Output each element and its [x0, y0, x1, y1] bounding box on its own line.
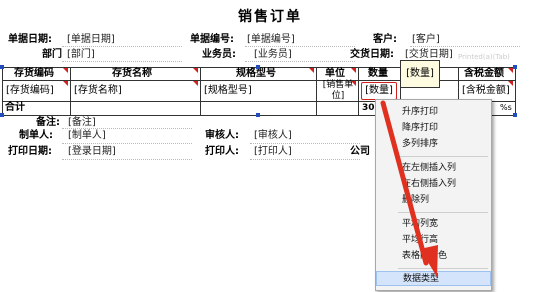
- total-amount-partial: %s: [500, 103, 512, 112]
- field-marker: [193, 81, 198, 86]
- menu-item-avg-row-height[interactable]: 平均行高: [376, 233, 491, 248]
- col-header-spec[interactable]: 规格型号: [236, 67, 276, 81]
- guide-line: [62, 46, 182, 47]
- menu-item-insert-left[interactable]: 在左侧插入列: [376, 161, 491, 176]
- total-label: 合计: [5, 102, 25, 113]
- printer-label: 打印人:: [205, 146, 239, 157]
- report-title: 销售订单: [238, 9, 302, 25]
- menu-separator: [398, 212, 488, 213]
- cell-name[interactable]: [存货名称]: [74, 84, 122, 98]
- field-marker: [63, 81, 68, 86]
- maker-field[interactable]: [制单人]: [68, 129, 106, 143]
- selection-handle[interactable]: [513, 65, 517, 69]
- customer-field[interactable]: [客户]: [412, 33, 440, 47]
- col-header-code[interactable]: 存货编码: [14, 67, 54, 81]
- menu-item-delete-column[interactable]: 删除列: [376, 193, 491, 208]
- col-line: [515, 67, 516, 115]
- selection-handle[interactable]: [0, 65, 4, 69]
- field-marker: [508, 81, 513, 86]
- delivery-label: 交货日期:: [350, 49, 394, 60]
- menu-item-avg-col-width[interactable]: 平均列宽: [376, 217, 491, 232]
- selection-handle[interactable]: [256, 113, 260, 117]
- remark-label: 备注:: [36, 117, 60, 128]
- menu-item-data-type[interactable]: 数据类型: [376, 271, 491, 286]
- order-no-field[interactable]: [单据编号]: [247, 33, 295, 47]
- faint-field-code: Printed(a)(Tab): [458, 53, 510, 61]
- dept-label: 部门: [42, 49, 62, 60]
- field-marker: [351, 68, 356, 73]
- field-marker: [309, 68, 314, 73]
- auditor-label: 审核人:: [205, 130, 239, 141]
- cell-amount[interactable]: [含税金额]: [462, 84, 510, 98]
- field-marker: [351, 81, 356, 86]
- context-menu: 升序打印 降序打印 多列排序 在左侧插入列 在右侧插入列 删除列 平均列宽 平均…: [375, 99, 492, 291]
- guide-line: [62, 61, 182, 62]
- date-field[interactable]: [单据日期]: [67, 33, 115, 47]
- selection-handle[interactable]: [0, 113, 4, 117]
- order-no-label: 单据编号:: [190, 34, 234, 45]
- cell-spec[interactable]: [规格型号]: [204, 84, 252, 98]
- salesman-field[interactable]: [业务员]: [254, 48, 292, 62]
- printer-field[interactable]: [打印人]: [254, 145, 292, 159]
- guide-line: [245, 61, 355, 62]
- company-label: 公司: [350, 146, 370, 157]
- col-header-unit[interactable]: 单位: [325, 67, 345, 81]
- col-line: [358, 67, 359, 115]
- guide-line: [410, 46, 520, 47]
- guide-line: [245, 46, 355, 47]
- menu-separator: [398, 156, 488, 157]
- col-line: [316, 67, 317, 115]
- customer-label: 客户:: [373, 34, 397, 45]
- col-header-amount[interactable]: 含税金额: [464, 67, 504, 81]
- maker-label: 制单人:: [19, 130, 53, 141]
- col-line: [2, 67, 3, 115]
- field-marker: [63, 68, 68, 73]
- guide-line: [62, 128, 192, 129]
- col-line: [70, 67, 71, 115]
- menu-item-alt-color[interactable]: 表格间隔色: [376, 249, 491, 264]
- menu-separator: [398, 268, 488, 269]
- selection-handle[interactable]: [256, 65, 260, 69]
- qty-tooltip: [数量]: [400, 60, 440, 88]
- cell-code[interactable]: [存货编码]: [6, 84, 54, 98]
- menu-item-insert-right[interactable]: 在右侧插入列: [376, 177, 491, 192]
- total-qty-partial: 30: [362, 103, 375, 113]
- cell-qty-selected[interactable]: [数量]: [361, 82, 397, 100]
- guide-line: [62, 159, 192, 160]
- col-header-qty[interactable]: 数量: [368, 67, 388, 81]
- selection-handle[interactable]: [513, 113, 517, 117]
- menu-item-sort-desc[interactable]: 降序打印: [376, 121, 491, 136]
- guide-line: [62, 143, 192, 144]
- field-marker: [193, 68, 198, 73]
- print-date-field[interactable]: [登录日期]: [68, 145, 116, 159]
- dept-field[interactable]: [部门]: [67, 48, 95, 62]
- print-date-label: 打印日期:: [8, 146, 52, 157]
- guide-line: [250, 143, 360, 144]
- col-line: [200, 67, 201, 115]
- auditor-field[interactable]: [审核人]: [254, 129, 292, 143]
- guide-line: [250, 159, 360, 160]
- date-label: 单据日期:: [8, 34, 52, 45]
- menu-item-sort-asc[interactable]: 升序打印: [376, 105, 491, 120]
- col-header-name[interactable]: 存货名称: [112, 67, 152, 81]
- salesman-label: 业务员:: [202, 49, 236, 60]
- col-line: [458, 67, 459, 101]
- menu-item-multi-sort[interactable]: 多列排序: [376, 137, 491, 152]
